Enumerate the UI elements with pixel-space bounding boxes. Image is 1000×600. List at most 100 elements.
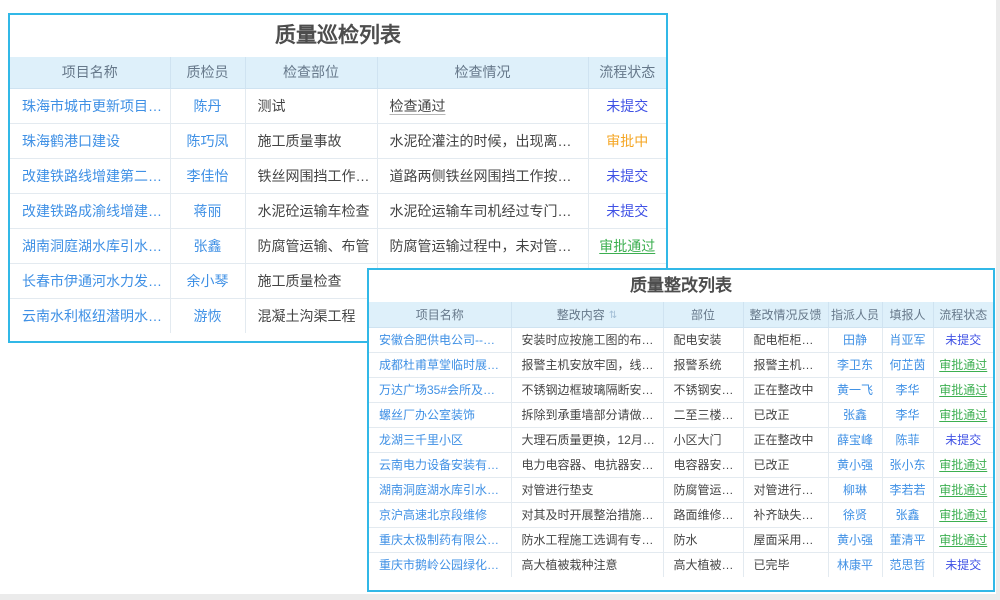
assignee-name[interactable]: 黄小强	[828, 452, 882, 477]
assignee-name[interactable]: 薛宝峰	[828, 427, 882, 452]
project-name-link[interactable]: 云南电力设备安装有限公司20...	[369, 452, 511, 477]
assignee-name[interactable]: 田静	[828, 327, 882, 352]
reporter-name[interactable]: 范思哲	[882, 552, 933, 577]
table-row: 成都杜甫草堂临时展厅独立展...报警主机安放牢固，线缆连接...报警系统报警主机…	[369, 352, 993, 377]
rectification-feedback: 屋面采用聚氨...	[743, 527, 828, 552]
project-name-link[interactable]: 改建铁路线增建第二线...	[10, 158, 170, 193]
rectification-content: 大理石质量更换，12月31日之...	[511, 427, 663, 452]
rectification-feedback: 配电柜柜体与...	[743, 327, 828, 352]
table-row: 重庆市鹅岭公园绿化景观提升...高大植被栽种注意高大植被栽种已完毕林康平范思哲未…	[369, 552, 993, 577]
project-name-link[interactable]: 珠海鹤港口建设	[10, 123, 170, 158]
workflow-status: 未提交	[588, 158, 666, 193]
project-name-link[interactable]: 万达广场35#会所及咖啡厅空...	[369, 377, 511, 402]
table-row: 湖南洞庭湖水库引水工程施工I标对管进行垫支防腐管运输...对管进行垫支柳琳李若若…	[369, 477, 993, 502]
header-project-name: 项目名称	[369, 302, 511, 327]
inspector-name[interactable]: 陈巧凤	[170, 123, 245, 158]
project-name-link[interactable]: 京沪高速北京段维修	[369, 502, 511, 527]
assignee-name[interactable]: 黄一飞	[828, 377, 882, 402]
project-name-link[interactable]: 安徽合肥供电公司--配电设备...	[369, 327, 511, 352]
rectification-content: 拆除到承重墙部分请做好加固...	[511, 402, 663, 427]
header-part: 部位	[663, 302, 743, 327]
project-name-link[interactable]: 湖南洞庭湖水库引水工...	[10, 228, 170, 263]
assignee-name[interactable]: 徐贤	[828, 502, 882, 527]
rectification-content: 对其及时开展整治措施，桥头...	[511, 502, 663, 527]
rectification-feedback: 已改正	[743, 452, 828, 477]
reporter-name[interactable]: 张鑫	[882, 502, 933, 527]
inspection-situation: 水泥砼灌注的时候，出现离析现象	[377, 123, 588, 158]
rectification-feedback: 已改正	[743, 402, 828, 427]
workflow-status[interactable]: 审批通过	[933, 377, 993, 402]
rectification-header-row: 项目名称 整改内容 部位 整改情况反馈 指派人员 填报人 流程状态	[369, 302, 993, 327]
header-inspection-part: 检查部位	[245, 57, 377, 88]
inspection-situation: 防腐管运输过程中，未对管进行...	[377, 228, 588, 263]
rectification-part: 二至三楼混...	[663, 402, 743, 427]
inspector-name[interactable]: 游恢	[170, 298, 245, 333]
workflow-status[interactable]: 审批通过	[933, 452, 993, 477]
workflow-status[interactable]: 审批通过	[933, 527, 993, 552]
rectification-feedback: 报警主机安放...	[743, 352, 828, 377]
project-name-link[interactable]: 龙湖三千里小区	[369, 427, 511, 452]
header-project-name: 项目名称	[10, 57, 170, 88]
workflow-status[interactable]: 审批通过	[588, 228, 666, 263]
reporter-name[interactable]: 张小东	[882, 452, 933, 477]
rectification-part: 配电安装	[663, 327, 743, 352]
reporter-name[interactable]: 李华	[882, 377, 933, 402]
assignee-name[interactable]: 柳琳	[828, 477, 882, 502]
inspection-situation: 检查通过	[377, 88, 588, 123]
inspection-part: 混凝土沟渠工程	[245, 298, 377, 333]
reporter-name[interactable]: 何芷茵	[882, 352, 933, 377]
reporter-name[interactable]: 肖亚军	[882, 327, 933, 352]
inspector-name[interactable]: 蒋丽	[170, 193, 245, 228]
header-workflow-status: 流程状态	[588, 57, 666, 88]
project-name-link[interactable]: 湖南洞庭湖水库引水工程施工I标	[369, 477, 511, 502]
page-edge-shadow-bottom	[0, 594, 1000, 600]
header-rectification-content[interactable]: 整改内容	[511, 302, 663, 327]
workflow-status[interactable]: 审批通过	[933, 352, 993, 377]
assignee-name[interactable]: 黄小强	[828, 527, 882, 552]
project-name-link[interactable]: 成都杜甫草堂临时展厅独立展...	[369, 352, 511, 377]
header-reporter: 填报人	[882, 302, 933, 327]
project-name-link[interactable]: 长春市伊通河水力发电...	[10, 263, 170, 298]
workflow-status: 未提交	[933, 552, 993, 577]
project-name-link[interactable]: 改建铁路成渝线增建第...	[10, 193, 170, 228]
project-name-link[interactable]: 螺丝厂办公室装饰	[369, 402, 511, 427]
inspector-name[interactable]: 陈丹	[170, 88, 245, 123]
header-inspection-situation: 检查情况	[377, 57, 588, 88]
rectification-content: 安装时应按施工图的布置，将...	[511, 327, 663, 352]
reporter-name[interactable]: 董清平	[882, 527, 933, 552]
table-row: 云南电力设备安装有限公司20...电力电容器、电抗器安装方案,...电容器安装.…	[369, 452, 993, 477]
inspection-part: 水泥砼运输车检查	[245, 193, 377, 228]
reporter-name[interactable]: 李若若	[882, 477, 933, 502]
workflow-status: 审批中	[588, 123, 666, 158]
table-row: 万达广场35#会所及咖啡厅空...不锈钢边框玻璃隔断安装不牢...不锈钢安装..…	[369, 377, 993, 402]
header-assignee: 指派人员	[828, 302, 882, 327]
rectification-part: 路面维修检...	[663, 502, 743, 527]
rectification-part: 防水	[663, 527, 743, 552]
rectification-content: 不锈钢边框玻璃隔断安装不牢...	[511, 377, 663, 402]
inspector-name[interactable]: 李佳怡	[170, 158, 245, 193]
sort-icon[interactable]	[609, 310, 617, 321]
project-name-link[interactable]: 重庆太极制药有限公司亳州中...	[369, 527, 511, 552]
rectification-part: 报警系统	[663, 352, 743, 377]
inspection-situation-text: 检查通过	[390, 98, 446, 114]
workflow-status: 未提交	[588, 88, 666, 123]
workflow-status[interactable]: 审批通过	[933, 402, 993, 427]
project-name-link[interactable]: 云南水利枢纽潜明水库...	[10, 298, 170, 333]
workflow-status: 未提交	[933, 427, 993, 452]
rectification-part: 防腐管运输...	[663, 477, 743, 502]
reporter-name[interactable]: 陈菲	[882, 427, 933, 452]
workflow-status: 未提交	[933, 327, 993, 352]
reporter-name[interactable]: 李华	[882, 402, 933, 427]
assignee-name[interactable]: 林康平	[828, 552, 882, 577]
project-name-link[interactable]: 珠海市城市更新项目紫...	[10, 88, 170, 123]
project-name-link[interactable]: 重庆市鹅岭公园绿化景观提升...	[369, 552, 511, 577]
inspector-name[interactable]: 余小琴	[170, 263, 245, 298]
workflow-status[interactable]: 审批通过	[933, 502, 993, 527]
assignee-name[interactable]: 张鑫	[828, 402, 882, 427]
inspector-name[interactable]: 张鑫	[170, 228, 245, 263]
header-inspector: 质检员	[170, 57, 245, 88]
workflow-status[interactable]: 审批通过	[933, 477, 993, 502]
table-row: 龙湖三千里小区大理石质量更换，12月31日之...小区大门正在整改中薛宝峰陈菲未…	[369, 427, 993, 452]
table-row: 重庆太极制药有限公司亳州中...防水工程施工选调有专业资质...防水屋面采用聚氨…	[369, 527, 993, 552]
assignee-name[interactable]: 李卫东	[828, 352, 882, 377]
